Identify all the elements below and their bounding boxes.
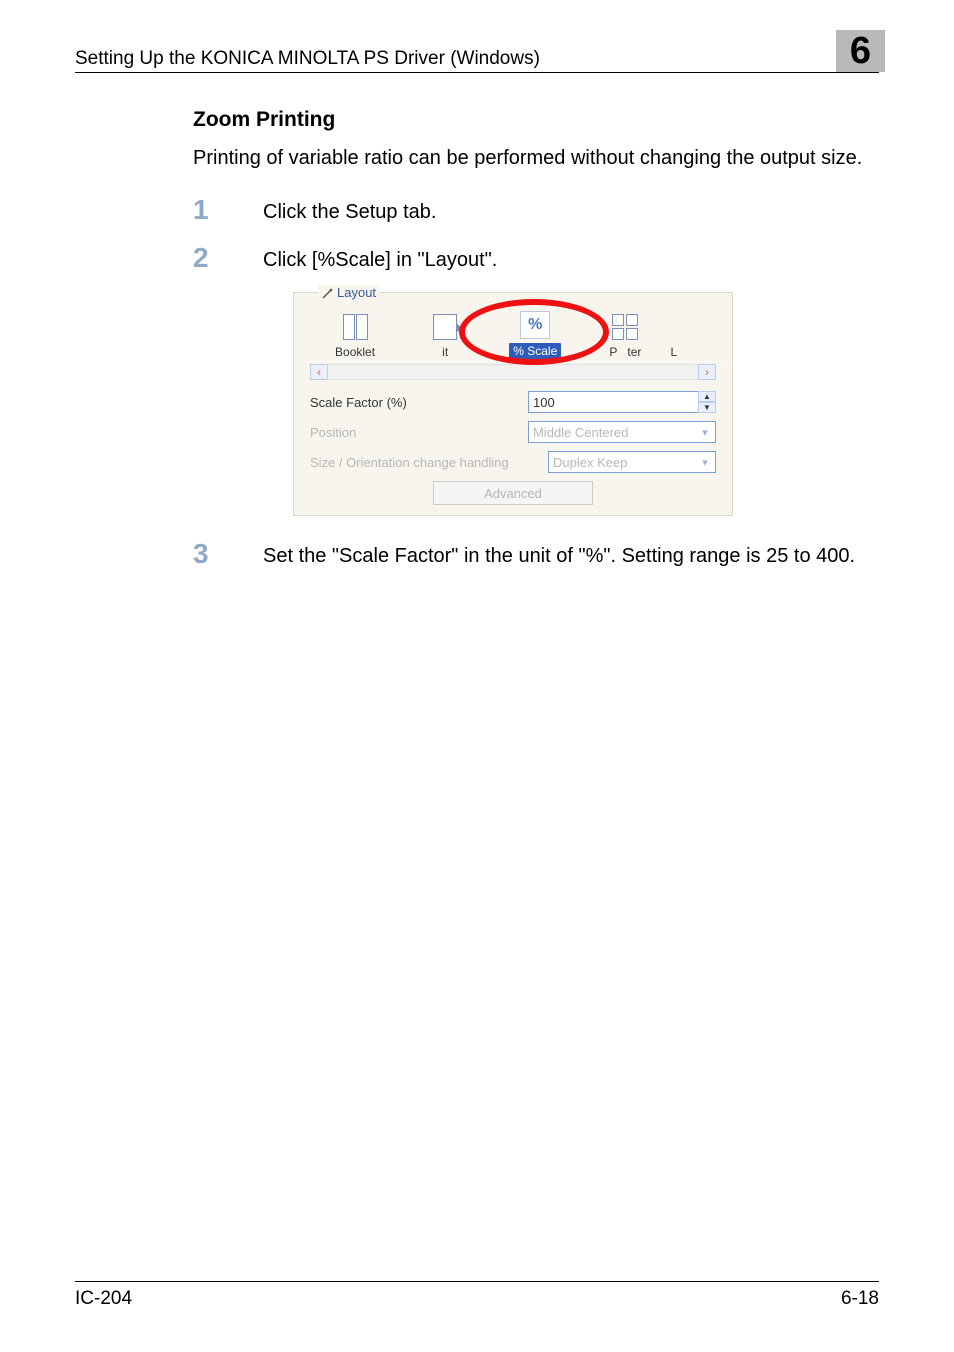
footer-left: IC-204 bbox=[75, 1288, 132, 1310]
percent-icon: % bbox=[520, 311, 550, 339]
layout-item-poster[interactable]: P ter bbox=[580, 311, 670, 359]
row-position: Position Middle Centered ▾ bbox=[304, 417, 722, 447]
step-text: Click the Setup tab. bbox=[263, 196, 879, 224]
spinner-buttons[interactable]: ▲ ▼ bbox=[698, 391, 716, 413]
step-number: 2 bbox=[75, 244, 263, 272]
header-title: Setting Up the KONICA MINOLTA PS Driver … bbox=[75, 48, 540, 70]
layout-item-strip: Booklet it % % Scale P ter L bbox=[304, 293, 722, 362]
layout-item-fit[interactable]: it bbox=[400, 311, 490, 359]
scale-factor-value: 100 bbox=[533, 395, 555, 410]
chevron-down-icon: ▾ bbox=[697, 454, 713, 470]
step-number: 3 bbox=[75, 540, 263, 568]
page-header: Setting Up the KONICA MINOLTA PS Driver … bbox=[75, 30, 879, 73]
position-label: Position bbox=[310, 425, 520, 440]
chapter-number: 6 bbox=[850, 30, 871, 73]
layout-item-label: Booklet bbox=[335, 345, 375, 359]
layout-item-label: P ter bbox=[609, 345, 641, 359]
layout-scrollbar[interactable]: ‹ › bbox=[310, 363, 716, 381]
fit-icon bbox=[433, 314, 457, 340]
position-select: Middle Centered ▾ bbox=[528, 421, 716, 443]
step-2: 2 Click [%Scale] in "Layout". bbox=[75, 244, 879, 272]
section-heading: Zoom Printing bbox=[193, 108, 879, 132]
size-orientation-label: Size / Orientation change handling bbox=[310, 455, 540, 470]
scale-factor-input[interactable]: 100 ▲ ▼ bbox=[528, 391, 716, 413]
scroll-right-button[interactable]: › bbox=[698, 364, 716, 380]
step-3: 3 Set the "Scale Factor" in the unit of … bbox=[75, 540, 879, 568]
row-scale-factor: Scale Factor (%) 100 ▲ ▼ bbox=[304, 387, 722, 417]
layout-item-label-selected: % Scale bbox=[509, 343, 561, 359]
page-footer: IC-204 6-18 bbox=[75, 1281, 879, 1310]
booklet-icon bbox=[343, 314, 368, 340]
footer-right: 6-18 bbox=[841, 1288, 879, 1310]
chapter-badge: 6 bbox=[836, 30, 885, 72]
poster-icon bbox=[612, 314, 638, 340]
step-1: 1 Click the Setup tab. bbox=[75, 196, 879, 224]
step-text: Set the "Scale Factor" in the unit of "%… bbox=[263, 540, 879, 568]
size-orientation-select: Duplex Keep ▾ bbox=[548, 451, 716, 473]
size-orientation-value: Duplex Keep bbox=[553, 455, 627, 470]
scroll-track[interactable] bbox=[328, 364, 698, 380]
position-value: Middle Centered bbox=[533, 425, 628, 440]
spinner-down-icon[interactable]: ▼ bbox=[698, 402, 716, 413]
row-size-orientation: Size / Orientation change handling Duple… bbox=[304, 447, 722, 477]
layout-item-label: L bbox=[670, 345, 677, 359]
chevron-down-icon: ▾ bbox=[697, 424, 713, 440]
step-text: Click [%Scale] in "Layout". bbox=[263, 244, 879, 272]
spinner-up-icon[interactable]: ▲ bbox=[698, 391, 716, 402]
layout-item-label: it bbox=[442, 345, 448, 359]
layout-item-next[interactable]: L bbox=[670, 311, 716, 359]
layout-groupbox: Layout Booklet it % % Scale P ter bbox=[293, 292, 733, 516]
scroll-left-button[interactable]: ‹ bbox=[310, 364, 328, 380]
layout-item-scale[interactable]: % % Scale bbox=[490, 309, 580, 359]
chevron-right-icon: › bbox=[705, 366, 709, 378]
scale-factor-label: Scale Factor (%) bbox=[310, 395, 520, 410]
step-number: 1 bbox=[75, 196, 263, 224]
chevron-left-icon: ‹ bbox=[317, 366, 321, 378]
advanced-button: Advanced bbox=[433, 481, 593, 505]
section-intro: Printing of variable ratio can be perfor… bbox=[193, 144, 879, 172]
layout-item-booklet[interactable]: Booklet bbox=[310, 311, 400, 359]
